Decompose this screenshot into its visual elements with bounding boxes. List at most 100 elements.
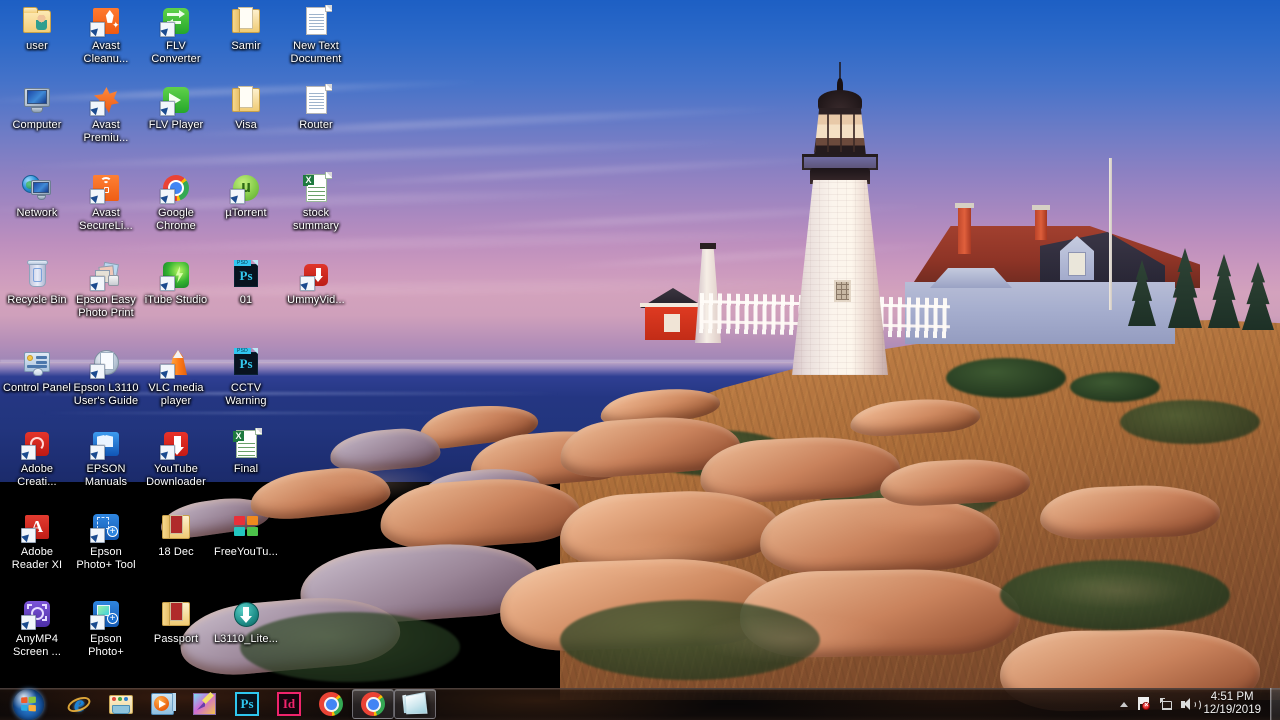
taskbar-button-windows-media-player[interactable] xyxy=(142,689,184,719)
desktop-icon-label: stock summary xyxy=(293,207,339,232)
desktop-icon-samir[interactable]: Samir xyxy=(211,5,281,53)
vlc-media-player-icon xyxy=(160,347,192,379)
windows-logo-icon xyxy=(12,688,44,720)
internet-explorer-icon: e xyxy=(65,691,93,717)
desktop-icon-label: YouTube Downloader xyxy=(146,463,206,488)
desktop-icon-flv-player[interactable]: FLV Player xyxy=(141,84,211,132)
desktop-icon-google-chrome[interactable]: Google Chrome xyxy=(141,172,211,232)
chimney xyxy=(958,206,971,254)
desktop-icon-epson-easy-photo-print[interactable]: Epson Easy Photo Print xyxy=(71,259,141,319)
desktop-icon-epson-l3110-user-s-guide[interactable]: Epson L3110 User's Guide xyxy=(71,347,141,407)
desktop-icon-l3110-lite[interactable]: L3110_Lite... xyxy=(211,598,281,646)
taskbar-button-windows-explorer[interactable] xyxy=(100,689,142,719)
desktop-icon-label: Passport xyxy=(153,633,199,645)
windows-media-player-icon xyxy=(150,691,176,717)
clock-time: 4:51 PM xyxy=(1210,691,1254,703)
chimney-cap xyxy=(1032,205,1050,210)
desktop-icon-cctv-warning[interactable]: PSD Ps CCTV Warning xyxy=(211,347,281,407)
desktop-icon-stock-summary[interactable]: Xstock summary xyxy=(281,172,351,232)
desktop-icon-epson-photo-tool[interactable]: + Epson Photo+ Tool xyxy=(71,511,141,571)
tower-window-panes xyxy=(836,282,849,300)
desktop-icon-label: Avast SecureLi... xyxy=(79,207,133,232)
desktop-icon-adobe-reader-xi[interactable]: A Adobe Reader XI xyxy=(2,511,72,571)
notepad-window-icon xyxy=(402,691,428,717)
avast-premium-icon xyxy=(90,84,122,116)
taskbar-button-adobe-indesign[interactable]: Id xyxy=(268,689,310,719)
desktop-icon-label: Final xyxy=(233,463,259,475)
desktop-icon-label: 01 xyxy=(239,294,253,306)
desktop-icon-new-text-document[interactable]: New Text Document xyxy=(281,5,351,65)
desktop-icon-itube-studio[interactable]: iTube Studio xyxy=(141,259,211,307)
desktop-icon-18-dec[interactable]: 18 Dec xyxy=(141,511,211,559)
adobe-creative-cloud-icon xyxy=(21,428,53,460)
desktop-icon-label: Adobe Creati... xyxy=(17,463,57,488)
desktop-icon-label: L3110_Lite... xyxy=(213,633,279,645)
red-shed-door xyxy=(664,314,680,332)
taskbar-button-google-chrome[interactable] xyxy=(310,689,352,719)
show-hidden-icons-button[interactable] xyxy=(1115,689,1133,719)
desktop-icon-network[interactable]: Network xyxy=(2,172,72,220)
desktop-icon-user[interactable]: user xyxy=(2,5,72,53)
desktop-icon-freeyoutu[interactable]: FreeYouTu... xyxy=(211,511,281,559)
desktop-icon-label: EPSON Manuals xyxy=(84,463,128,488)
desktop-icon-torrent[interactable]: µ µTorrent xyxy=(211,172,281,220)
desktop-icon-recycle-bin[interactable]: Recycle Bin xyxy=(2,259,72,307)
red-shed-eave xyxy=(640,303,706,307)
clock[interactable]: 4:51 PM 12/19/2019 xyxy=(1199,688,1270,720)
taskbar-button-paint[interactable] xyxy=(184,689,226,719)
desktop-icon-ummyvid[interactable]: UmmyVid... xyxy=(281,259,351,307)
desktop-icon-avast-premiu[interactable]: Avast Premiu... xyxy=(71,84,141,144)
network-icon xyxy=(21,172,53,204)
desktop-icon-epson-photo[interactable]: + Epson Photo+ xyxy=(71,598,141,658)
taskbar-button-notepad-window[interactable] xyxy=(394,689,436,719)
taskbar-button-adobe-photoshop[interactable]: Ps xyxy=(226,689,268,719)
flag-icon xyxy=(1138,697,1151,710)
desktop-icon-computer[interactable]: Computer xyxy=(2,84,72,132)
desktop-icon-grid[interactable]: user ✦ Avast Cleanu... FLV Converter Samir Ne… xyxy=(0,0,360,690)
volume-button[interactable] xyxy=(1177,689,1201,719)
desktop-icon-anymp4-screen[interactable]: AnyMP4 Screen ... xyxy=(2,598,72,658)
taskbar-button-google-chrome-window[interactable] xyxy=(352,689,394,719)
desktop-icon-final[interactable]: X Final xyxy=(211,428,281,476)
desktop-icon-adobe-creati[interactable]: Adobe Creati... xyxy=(2,428,72,488)
desktop-icon-control-panel[interactable]: Control Panel xyxy=(2,347,72,395)
control-panel-icon xyxy=(21,347,53,379)
flagpole xyxy=(1109,158,1112,310)
flv-player-icon xyxy=(160,84,192,116)
desktop-icon-flv-converter[interactable]: FLV Converter xyxy=(141,5,211,65)
desktop-icon-label: Router xyxy=(299,119,333,131)
desktop-icon-label: Epson L3110 User's Guide xyxy=(73,382,139,407)
desktop-icon-vlc-media-player[interactable]: VLC media player xyxy=(141,347,211,407)
youtube-downloader-icon xyxy=(160,428,192,460)
scrub-brush xyxy=(1120,400,1260,444)
action-center-button[interactable] xyxy=(1133,689,1155,719)
scrub-brush xyxy=(1070,372,1160,402)
taskbar[interactable]: e Ps Id × 4:51 PM 12/19/2019 xyxy=(0,688,1280,720)
taskbar-button-internet-explorer[interactable]: e xyxy=(58,689,100,719)
show-desktop-button[interactable] xyxy=(1270,688,1280,720)
desktop-icon-label: AnyMP4 Screen ... xyxy=(12,633,62,658)
google-chrome-window-icon xyxy=(360,691,386,717)
desktop-icon-router[interactable]: Router xyxy=(281,84,351,132)
desktop-icon-epson-manuals[interactable]: EPSON Manuals xyxy=(71,428,141,488)
desktop-icon-01[interactable]: PSD Ps 01 xyxy=(211,259,281,307)
desktop-icon-visa[interactable]: Visa xyxy=(211,84,281,132)
system-tray[interactable]: 4:51 PM 12/19/2019 xyxy=(1115,688,1280,720)
epson-manuals-icon xyxy=(90,428,122,460)
desktop[interactable]: user ✦ Avast Cleanu... FLV Converter Samir Ne… xyxy=(0,0,1280,720)
scrub-brush xyxy=(560,600,820,680)
gallery-railing xyxy=(802,154,878,157)
bell-tower-cap xyxy=(700,243,716,249)
error-badge-icon xyxy=(1142,702,1151,710)
desktop-icon-avast-secureli[interactable]: Avast SecureLi... xyxy=(71,172,141,232)
start-button[interactable] xyxy=(2,686,54,720)
network-status-button[interactable] xyxy=(1155,689,1177,719)
dormer-window xyxy=(1068,252,1086,276)
download-installer-icon xyxy=(230,598,262,630)
desktop-icon-avast-cleanu[interactable]: ✦ Avast Cleanu... xyxy=(71,5,141,65)
desktop-icon-youtube-downloader[interactable]: YouTube Downloader xyxy=(141,428,211,488)
folder-open-icon xyxy=(160,598,192,630)
avast-secureline-icon xyxy=(90,172,122,204)
taskbar-buttons[interactable]: e Ps Id xyxy=(58,688,436,720)
desktop-icon-passport[interactable]: Passport xyxy=(141,598,211,646)
